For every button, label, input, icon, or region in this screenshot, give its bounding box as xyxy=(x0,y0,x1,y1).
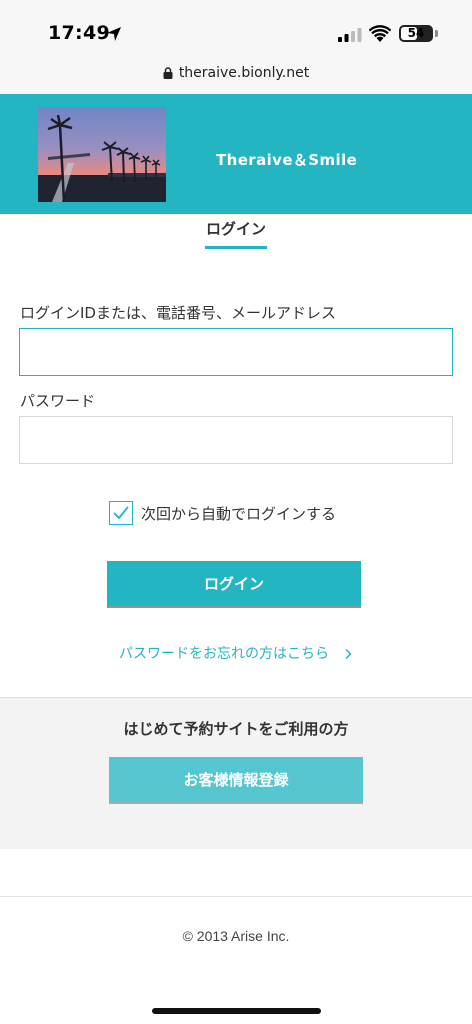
battery-cap xyxy=(435,30,438,37)
battery-text: 54 xyxy=(407,26,425,40)
tab-login-label: ログイン xyxy=(204,218,267,249)
login-button[interactable]: ログイン xyxy=(107,561,361,608)
login-id-input[interactable] xyxy=(19,328,453,376)
battery-icon: 54 xyxy=(399,25,433,42)
first-time-heading: はじめて予約サイトをご利用の方 xyxy=(123,720,349,738)
first-time-section: はじめて予約サイトをご利用の方 お客様情報登録 xyxy=(0,697,472,849)
home-indicator[interactable] xyxy=(152,1008,321,1014)
header-photo xyxy=(38,107,166,202)
remember-login-option[interactable]: 次回から自動でログインする xyxy=(109,501,336,525)
password-label: パスワード xyxy=(20,392,96,410)
site-title: Theraive＆Smile xyxy=(216,151,358,169)
forgot-password-link[interactable]: パスワードをお忘れの方はこちら xyxy=(0,643,472,663)
site-header: Theraive＆Smile xyxy=(0,94,472,214)
lock-icon xyxy=(163,67,173,79)
forgot-password-label: パスワードをお忘れの方はこちら xyxy=(119,646,329,662)
signal-icon xyxy=(338,28,362,42)
wifi-icon xyxy=(369,25,391,42)
remember-checkbox[interactable] xyxy=(109,501,133,525)
remember-label: 次回から自動でログインする xyxy=(141,504,337,523)
password-input[interactable] xyxy=(19,416,453,464)
url-text: theraive.bionly.net xyxy=(178,65,310,81)
url-bar[interactable]: theraive.bionly.net xyxy=(0,62,472,94)
location-arrow-icon xyxy=(107,27,121,41)
chevron-right-icon xyxy=(345,648,352,660)
login-id-label: ログインIDまたは、電話番号、メールアドレス xyxy=(20,304,336,322)
status-time: 17:49 xyxy=(48,22,110,44)
checkmark-icon xyxy=(113,506,129,519)
status-bar: 17:49 54 xyxy=(0,0,472,62)
tab-login[interactable]: ログイン xyxy=(0,218,472,249)
register-button[interactable]: お客様情報登録 xyxy=(109,757,363,804)
footer-divider xyxy=(0,896,472,897)
copyright: © 2013 Arise Inc. xyxy=(182,928,290,944)
